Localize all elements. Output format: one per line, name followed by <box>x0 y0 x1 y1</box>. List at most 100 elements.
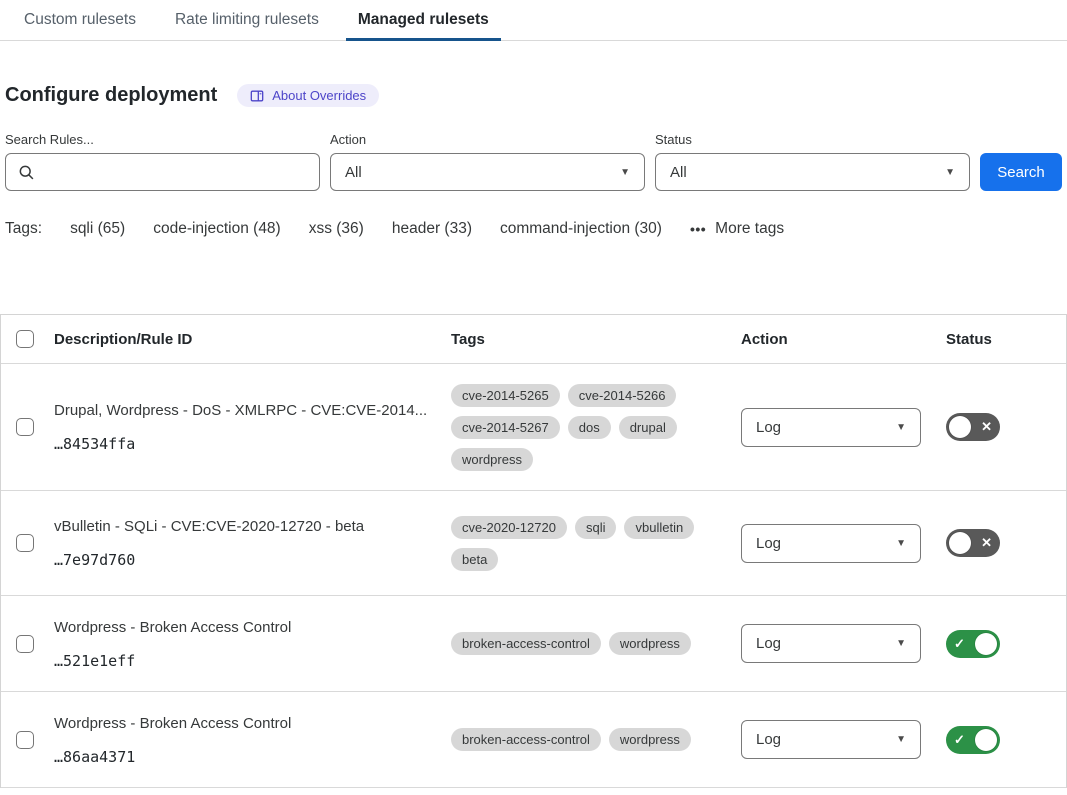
rule-action-select[interactable]: Log ▼ <box>741 408 921 447</box>
tag-chip: broken-access-control <box>451 632 601 655</box>
rule-id: …521e1eff <box>54 652 451 670</box>
col-header-status: Status <box>941 331 1066 348</box>
rule-description-cell: Drupal, Wordpress - DoS - XMLRPC - CVE:C… <box>54 401 451 453</box>
tag-filter-header[interactable]: header (33) <box>392 220 472 238</box>
row-checkbox-cell <box>1 534 54 552</box>
filter-bar: Search Rules... Action All ▼ <box>5 132 1062 191</box>
tag-filter-code-injection[interactable]: code-injection (48) <box>153 220 281 238</box>
about-overrides-label: About Overrides <box>272 88 366 103</box>
rule-action-select[interactable]: Log ▼ <box>741 524 921 563</box>
status-toggle[interactable]: ✕ <box>946 529 1000 557</box>
tag-filter-xss[interactable]: xss (36) <box>309 220 364 238</box>
tag-filter-sqli[interactable]: sqli (65) <box>70 220 125 238</box>
check-icon: ✓ <box>949 636 970 652</box>
search-rules-label: Search Rules... <box>5 132 320 148</box>
tag-chip: cve-2014-5266 <box>568 384 677 407</box>
search-icon <box>18 164 35 181</box>
rule-action-select[interactable]: Log ▼ <box>741 720 921 759</box>
action-filter-group: Action All ▼ <box>330 132 645 191</box>
status-toggle[interactable]: ✕ <box>946 413 1000 441</box>
table-header-row: Description/Rule ID Tags Action Status <box>1 315 1066 364</box>
rule-action-value: Log <box>756 535 781 552</box>
chevron-down-icon: ▼ <box>896 538 906 549</box>
tags-bar-label: Tags: <box>5 220 42 238</box>
x-icon: ✕ <box>976 535 997 551</box>
managed-rulesets-page: Custom rulesets Rate limiting rulesets M… <box>0 0 1067 795</box>
col-header-tags: Tags <box>451 331 741 348</box>
tag-chip: wordpress <box>451 448 533 471</box>
chevron-down-icon: ▼ <box>945 167 955 178</box>
rule-description-cell: Wordpress - Broken Access Control …86aa4… <box>54 714 451 766</box>
toggle-knob <box>975 633 997 655</box>
select-all-checkbox[interactable] <box>16 330 34 348</box>
rule-tags-cell: broken-access-control wordpress <box>451 728 696 751</box>
toggle-knob <box>949 416 971 438</box>
heading-row: Configure deployment About Overrides <box>5 84 1062 107</box>
about-overrides-link[interactable]: About Overrides <box>237 84 379 107</box>
rule-title: vBulletin - SQLi - CVE:CVE-2020-12720 - … <box>54 517 451 536</box>
rule-action-value: Log <box>756 419 781 436</box>
more-tags-button[interactable]: ••• More tags <box>690 220 784 238</box>
search-rules-input[interactable] <box>43 164 307 181</box>
tag-chip: cve-2014-5267 <box>451 416 560 439</box>
rule-action-cell: Log ▼ <box>741 624 941 663</box>
row-checkbox[interactable] <box>16 418 34 436</box>
header-checkbox-cell <box>1 330 54 348</box>
col-header-description: Description/Rule ID <box>54 331 451 348</box>
rule-title: Wordpress - Broken Access Control <box>54 714 451 733</box>
rule-status-cell: ✕ <box>941 529 1066 557</box>
status-filter-value: All <box>670 164 687 181</box>
tag-filter-command-injection[interactable]: command-injection (30) <box>500 220 662 238</box>
chevron-down-icon: ▼ <box>896 422 906 433</box>
status-filter-group: Status All ▼ <box>655 132 970 191</box>
tag-chip: sqli <box>575 516 617 539</box>
rule-action-value: Log <box>756 731 781 748</box>
table-row: Wordpress - Broken Access Control …86aa4… <box>1 692 1066 788</box>
tags-bar: Tags: sqli (65) code-injection (48) xss … <box>5 220 1062 238</box>
status-filter-select[interactable]: All ▼ <box>655 153 970 191</box>
rule-title: Wordpress - Broken Access Control <box>54 618 451 637</box>
rule-description-cell: vBulletin - SQLi - CVE:CVE-2020-12720 - … <box>54 517 451 569</box>
rule-status-cell: ✓ <box>941 630 1066 658</box>
search-rules-box <box>5 153 320 191</box>
rule-status-cell: ✕ <box>941 413 1066 441</box>
row-checkbox-cell <box>1 731 54 749</box>
tab-managed-rulesets[interactable]: Managed rulesets <box>346 0 501 40</box>
action-filter-select[interactable]: All ▼ <box>330 153 645 191</box>
tab-custom-rulesets[interactable]: Custom rulesets <box>12 0 148 40</box>
chevron-down-icon: ▼ <box>896 734 906 745</box>
rules-table: Description/Rule ID Tags Action Status D… <box>0 314 1067 788</box>
rule-id: …7e97d760 <box>54 551 451 569</box>
row-checkbox[interactable] <box>16 635 34 653</box>
row-checkbox[interactable] <box>16 534 34 552</box>
more-tags-label: More tags <box>715 220 784 238</box>
status-toggle[interactable]: ✓ <box>946 726 1000 754</box>
rule-id: …86aa4371 <box>54 748 451 766</box>
table-row: Wordpress - Broken Access Control …521e1… <box>1 596 1066 692</box>
tag-chip: dos <box>568 416 611 439</box>
tab-rate-limiting-rulesets[interactable]: Rate limiting rulesets <box>163 0 331 40</box>
page-title: Configure deployment <box>5 84 217 107</box>
row-checkbox-cell <box>1 635 54 653</box>
toggle-knob <box>949 532 971 554</box>
rule-action-value: Log <box>756 635 781 652</box>
tag-chip: wordpress <box>609 728 691 751</box>
x-icon: ✕ <box>976 419 997 435</box>
tag-chip: vbulletin <box>624 516 694 539</box>
chevron-down-icon: ▼ <box>896 638 906 649</box>
rule-action-select[interactable]: Log ▼ <box>741 624 921 663</box>
row-checkbox[interactable] <box>16 731 34 749</box>
rule-action-cell: Log ▼ <box>741 408 941 447</box>
rule-status-cell: ✓ <box>941 726 1066 754</box>
rule-tags-cell: cve-2014-5265 cve-2014-5266 cve-2014-526… <box>451 384 696 471</box>
status-toggle[interactable]: ✓ <box>946 630 1000 658</box>
search-rules-group: Search Rules... <box>5 132 320 191</box>
ellipsis-icon: ••• <box>690 221 706 237</box>
tag-chip: wordpress <box>609 632 691 655</box>
table-row: Drupal, Wordpress - DoS - XMLRPC - CVE:C… <box>1 364 1066 491</box>
col-header-action: Action <box>741 331 941 348</box>
search-button[interactable]: Search <box>980 153 1062 191</box>
chevron-down-icon: ▼ <box>620 167 630 178</box>
toggle-knob <box>975 729 997 751</box>
row-checkbox-cell <box>1 418 54 436</box>
